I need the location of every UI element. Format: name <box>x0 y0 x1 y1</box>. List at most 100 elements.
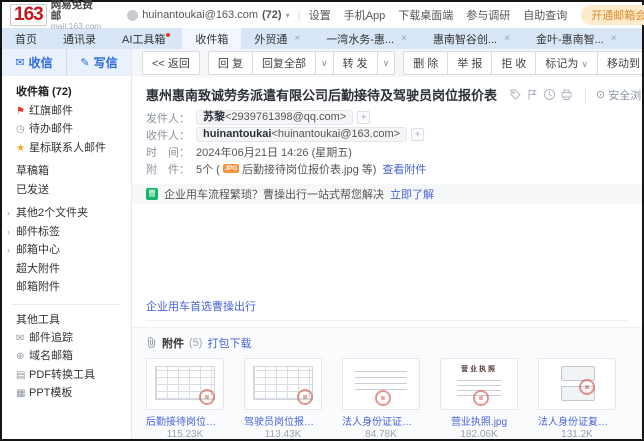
inbox-icon: ✉ <box>15 56 24 69</box>
close-icon[interactable]: × <box>504 34 510 44</box>
tab-foreign-trade[interactable]: 外贸通× <box>241 28 313 49</box>
view-attachments-link[interactable]: 查看附件 <box>382 161 426 177</box>
sidebar-item-mail-labels[interactable]: ›邮件标签 <box>2 223 131 242</box>
close-icon[interactable]: × <box>294 34 300 44</box>
reply-button[interactable]: 回 复 <box>208 51 253 75</box>
attachment-card[interactable]: 后勤接待岗位报... 115.23K <box>146 358 224 439</box>
promo-banner: 曹 企业用车流程繁琐？曹操出行一站式帮您解决 立即了解 <box>132 184 642 204</box>
add-contact-button[interactable]: + <box>411 128 424 141</box>
tab-home[interactable]: 首页 <box>2 28 50 49</box>
avatar <box>127 10 138 21</box>
logo-163-mark: 163 <box>10 4 47 26</box>
mail-subject: 惠州惠南致诚劳务派遣有限公司后勤接待及驾驶员岗位报价表 <box>146 85 497 104</box>
sidebar-item-drafts[interactable]: 草稿箱 <box>2 162 131 181</box>
star-icon: ★ <box>16 140 29 159</box>
recipient-pill[interactable]: huinantoukai<huinantoukai@163.com> <box>196 127 407 142</box>
report-button[interactable]: 举 报 <box>447 51 492 75</box>
attachment-name[interactable]: 法人身份证证明.j... <box>342 413 420 428</box>
add-contact-button[interactable]: + <box>357 111 370 124</box>
survey-link[interactable]: 参与调研 <box>466 7 510 23</box>
tab-mail-2[interactable]: 惠南智谷创...× <box>420 28 523 49</box>
delete-button[interactable]: 删 除 <box>403 51 448 75</box>
reply-all-dropdown[interactable]: ∨ <box>315 51 334 75</box>
attachment-first-file: 后勤接待岗位报价表.jpg 等) <box>242 161 376 177</box>
sidebar-item-other-folders[interactable]: ›其他2个文件夹 <box>2 204 131 223</box>
reject-button[interactable]: 拒 收 <box>491 51 536 75</box>
self-service-link[interactable]: 自助查询 <box>523 7 567 23</box>
sidebar-item-sent[interactable]: 已发送 <box>2 181 131 200</box>
paperclip-icon <box>146 336 157 351</box>
mark-as-button[interactable]: 标记为∨ <box>535 51 598 75</box>
promo-text: 企业用车流程繁琐？曹操出行一站式帮您解决 <box>164 186 384 202</box>
chevron-right-icon: › <box>7 204 10 223</box>
body-promo-link[interactable]: 企业用车首选曹操出行 <box>146 301 256 313</box>
print-icon[interactable] <box>560 88 573 101</box>
settings-link[interactable]: 设置 <box>309 7 331 23</box>
reply-all-button[interactable]: 回复全部 <box>252 51 316 75</box>
forward-button[interactable]: 转 发 <box>333 51 378 75</box>
attachments-title: 附件 <box>162 335 184 351</box>
tab-ai-toolbox[interactable]: AI工具箱 <box>109 28 182 49</box>
caocao-icon: 曹 <box>146 188 158 200</box>
attachment-card[interactable]: 法人身份证证明.j... 84.78K <box>342 358 420 439</box>
red-seal <box>199 389 215 405</box>
tab-mail-1[interactable]: 一湾水务-惠...× <box>313 28 420 49</box>
sidebar-item-todo[interactable]: ◷待办邮件 <box>2 120 131 139</box>
attachment-thumbnail: 营业执照 <box>440 358 518 410</box>
receive-mail-button[interactable]: ✉ 收信 <box>2 49 66 76</box>
flag-icon[interactable] <box>526 88 539 101</box>
notification-dot <box>166 33 170 37</box>
attachment-card[interactable]: 营业执照 营业执照.jpg 182.06K <box>440 358 518 439</box>
attachment-size: 115.23K <box>146 429 224 439</box>
sidebar-item-domain-mail[interactable]: ⊕域名邮箱 <box>2 347 131 366</box>
tab-mail-4[interactable]: 广东泉泰 <box>630 28 642 49</box>
sidebar-item-big-attachments[interactable]: 超大附件 <box>2 260 131 279</box>
mail-view: << 返回 回 复 回复全部 ∨ 转 发 ∨ 删 除 举 报 拒 收 标记为∨ … <box>132 49 642 439</box>
compose-mail-button[interactable]: ✎ 写信 <box>66 49 131 76</box>
shield-eye-icon: ⊙ <box>596 88 605 101</box>
sidebar-item-mail-center[interactable]: ›邮箱中心 <box>2 241 131 260</box>
desktop-download-link[interactable]: 下载桌面端 <box>398 7 453 23</box>
attachment-name[interactable]: 后勤接待岗位报... <box>146 413 224 428</box>
sidebar-item-flagged[interactable]: ⚑红旗邮件 <box>2 102 131 121</box>
close-icon[interactable]: × <box>401 34 407 44</box>
divider <box>146 320 628 321</box>
tab-mail-3[interactable]: 金叶-惠南智...× <box>523 28 630 49</box>
sidebar-item-mail-tracking[interactable]: ✉邮件追踪 <box>2 329 131 348</box>
sidebar-item-ppt-templates[interactable]: ▦PPT模板 <box>2 384 131 403</box>
tab-inbox[interactable]: 收件箱 <box>182 28 241 49</box>
mobile-app-link[interactable]: 手机App <box>344 7 386 23</box>
sidebar-item-starred[interactable]: ★星标联系人邮件 <box>2 139 131 158</box>
red-flag-icon: ⚑ <box>16 103 29 122</box>
top-header: 163 网易免费邮 mail.163.com huinantoukai@163.… <box>2 2 642 28</box>
attachment-name[interactable]: 驾驶员岗位报价... <box>244 413 322 428</box>
download-all-link[interactable]: 打包下载 <box>207 335 251 351</box>
attachment-thumbnail <box>244 358 322 410</box>
tab-contacts[interactable]: 通讯录 <box>50 28 109 49</box>
divider: | <box>298 8 301 22</box>
chevron-right-icon: › <box>7 223 10 242</box>
mail-logo[interactable]: 163 网易免费邮 mail.163.com <box>10 0 101 31</box>
attachment-card[interactable]: 驾驶员岗位报价... 113.43K <box>244 358 322 439</box>
red-seal <box>297 389 313 405</box>
sidebar-item-pdf-tools[interactable]: ▤PDF转换工具 <box>2 366 131 385</box>
divider <box>12 304 121 305</box>
close-icon[interactable]: × <box>611 34 617 44</box>
forward-dropdown[interactable]: ∨ <box>377 51 396 75</box>
attachment-name[interactable]: 营业执照.jpg <box>440 413 518 428</box>
sidebar-item-inbox[interactable]: 收件箱 (72) <box>2 83 131 102</box>
attachment-card[interactable]: 法人身份证复印... 131.2K <box>538 358 616 439</box>
sender-pill[interactable]: 苏黎<2939761398@qq.com> <box>196 110 353 125</box>
vip-upgrade-button[interactable]: 开通邮箱会员 618 <box>581 5 644 25</box>
back-button[interactable]: << 返回 <box>142 51 200 75</box>
account-menu[interactable]: huinantoukai@163.com (72) ▾ <box>127 9 289 21</box>
tag-icon[interactable] <box>509 88 522 101</box>
attachment-size: 182.06K <box>440 429 518 439</box>
safe-browse-mode[interactable]: ⊙ 安全浏览模式 ▾ <box>585 87 642 103</box>
promo-learn-more-link[interactable]: 立即了解 <box>390 186 434 202</box>
move-to-button[interactable]: 移动到∨ <box>597 51 642 75</box>
sidebar-item-mail-attachments[interactable]: 邮箱附件 <box>2 278 131 297</box>
attachment-name[interactable]: 法人身份证复印... <box>538 413 616 428</box>
unread-count: (72) <box>262 9 282 21</box>
schedule-icon[interactable] <box>543 88 556 101</box>
